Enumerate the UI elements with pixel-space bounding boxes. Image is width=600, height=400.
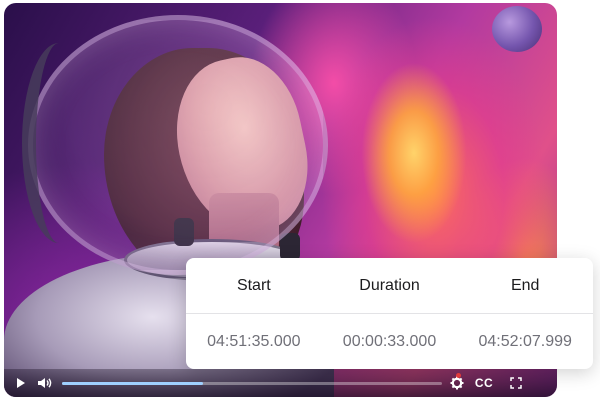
captions-button[interactable]: CC bbox=[472, 375, 496, 391]
volume-icon[interactable] bbox=[36, 375, 54, 391]
video-frame-planet bbox=[492, 6, 542, 52]
duration-value: 00:00:33.000 bbox=[342, 333, 437, 350]
segment-value-row: 04:51:35.000 00:00:33.000 04:52:07.999 bbox=[186, 313, 593, 370]
segment-header-row: Start Duration End bbox=[186, 258, 593, 313]
end-header: End bbox=[510, 276, 540, 294]
progress-bar[interactable] bbox=[62, 382, 442, 385]
start-time-value: 04:51:35.000 bbox=[207, 333, 301, 350]
start-header: Start bbox=[236, 276, 271, 294]
player-control-bar: CC bbox=[4, 369, 557, 397]
progress-bar-fill bbox=[62, 382, 203, 385]
duration-header: Duration bbox=[359, 276, 420, 294]
fullscreen-icon[interactable] bbox=[509, 375, 523, 391]
settings-badge-dot bbox=[456, 373, 461, 378]
end-time-value: 04:52:07.999 bbox=[478, 333, 572, 350]
segment-time-card: Start Duration End 04:51:35.000 00:00:33… bbox=[186, 258, 593, 369]
video-frame-helmet-rim bbox=[22, 43, 96, 243]
play-icon[interactable] bbox=[14, 375, 28, 391]
